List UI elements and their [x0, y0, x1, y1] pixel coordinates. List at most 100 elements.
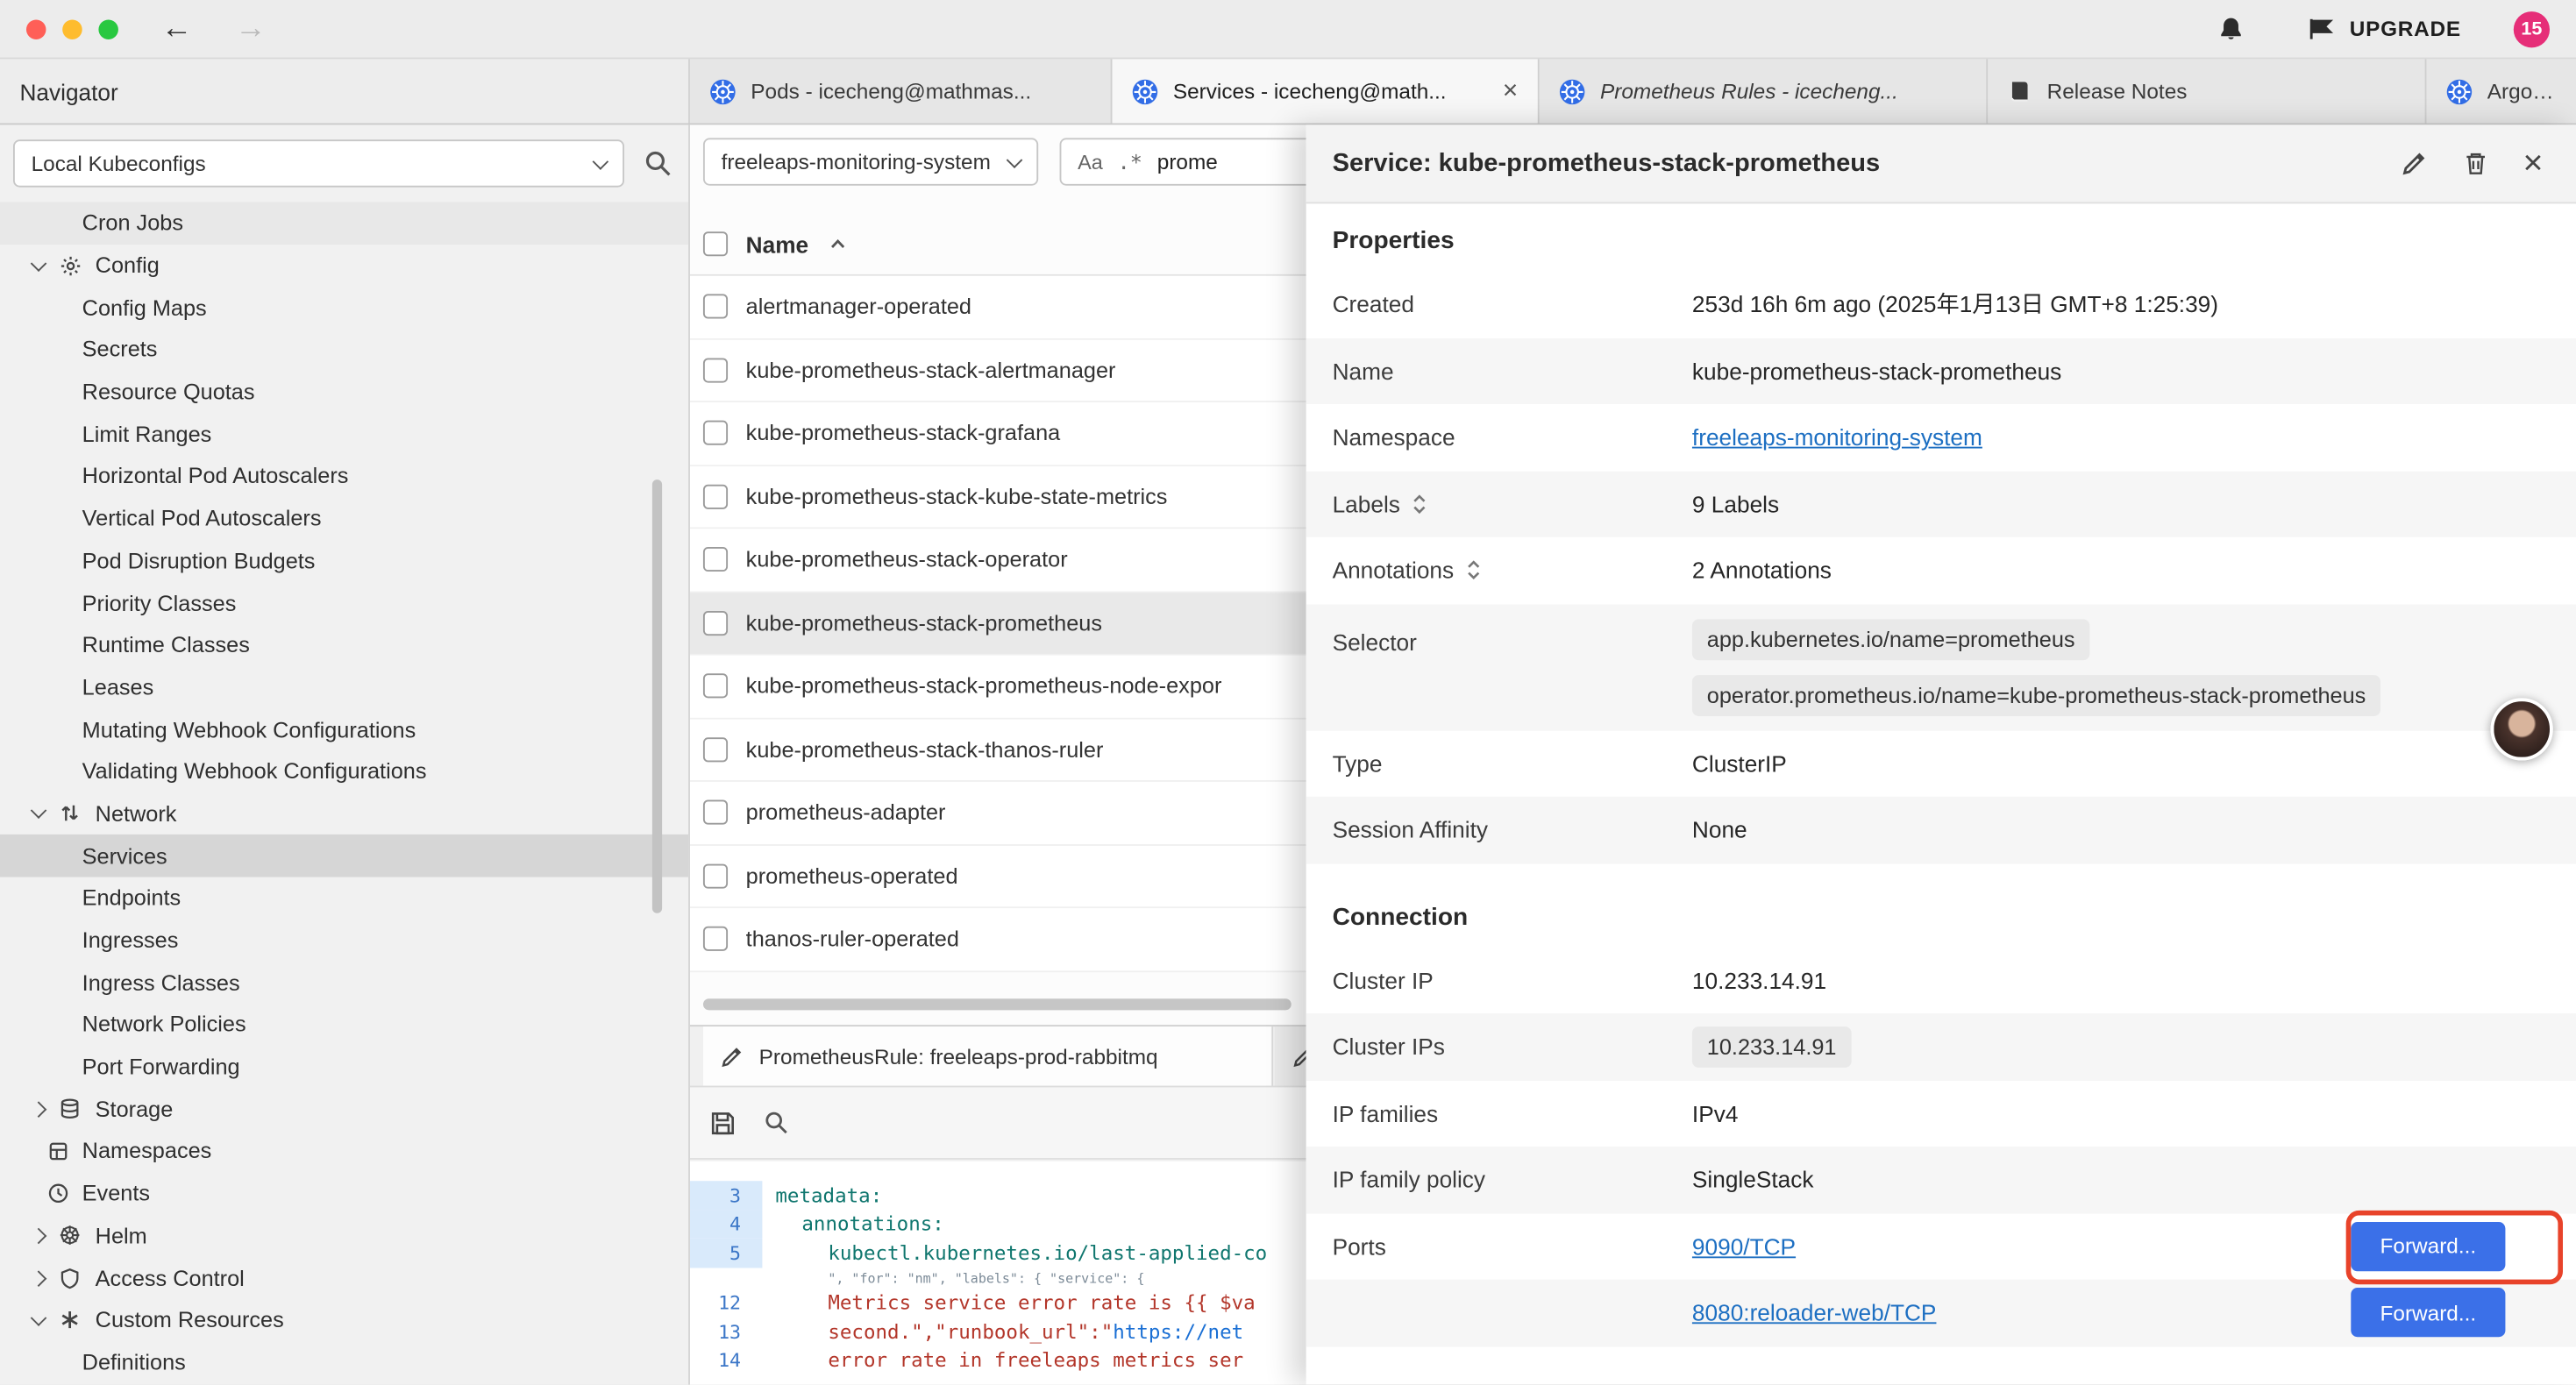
- bell-icon[interactable]: [2218, 15, 2245, 43]
- kubernetes-icon: [2446, 78, 2473, 104]
- forward-icon[interactable]: →: [235, 13, 267, 45]
- sidebar-item-services[interactable]: Services: [0, 835, 688, 877]
- user-avatar[interactable]: [2491, 698, 2553, 760]
- sidebar-item-runtime-classes[interactable]: Runtime Classes: [0, 624, 688, 666]
- row-checkbox[interactable]: [703, 674, 728, 699]
- sidebar-item-label: Mutating Webhook Configurations: [82, 717, 416, 742]
- gear-icon: [58, 254, 82, 277]
- row-checkbox[interactable]: [703, 358, 728, 382]
- sidebar-item-horizontal-pod-autoscalers[interactable]: Horizontal Pod Autoscalers: [0, 455, 688, 497]
- name-column-header[interactable]: Name: [746, 231, 808, 257]
- chevron-down-icon: [31, 255, 47, 272]
- sidebar-item-network-policies[interactable]: Network Policies: [0, 1004, 688, 1046]
- sidebar-item-pod-disruption-budgets[interactable]: Pod Disruption Budgets: [0, 540, 688, 582]
- forward-button[interactable]: Forward...: [2351, 1288, 2505, 1337]
- sidebar-item-port-forwarding[interactable]: Port Forwarding: [0, 1046, 688, 1088]
- sidebar-item-namespaces[interactable]: Namespaces: [0, 1130, 688, 1172]
- sidebar-item-ingress-classes[interactable]: Ingress Classes: [0, 962, 688, 1004]
- sidebar-item-config[interactable]: Config: [0, 245, 688, 287]
- namespace-selector[interactable]: freeleaps-monitoring-system: [703, 138, 1038, 185]
- expand-collapse-icon[interactable]: [1465, 559, 1482, 582]
- port-link-8080[interactable]: 8080:reloader-web/TCP: [1692, 1300, 1937, 1326]
- sidebar-item-priority-classes[interactable]: Priority Classes: [0, 582, 688, 624]
- sidebar-item-label: Validating Webhook Configurations: [82, 759, 427, 784]
- code-string: second.","runbook_url":": [828, 1320, 1113, 1343]
- sidebar-item-cron-jobs[interactable]: Cron Jobs: [0, 202, 688, 244]
- sidebar-item-label: Leases: [82, 675, 154, 700]
- edit-icon[interactable]: [2400, 150, 2428, 178]
- forward-button[interactable]: Forward...: [2351, 1222, 2505, 1271]
- kubernetes-icon: [1132, 78, 1158, 104]
- tab-prometheus-rules[interactable]: Prometheus Rules - icecheng...: [1540, 59, 1989, 123]
- property-row-ip-families: IP families IPv4: [1306, 1080, 2576, 1147]
- sidebar-search-icon[interactable]: [644, 150, 672, 178]
- row-checkbox[interactable]: [703, 421, 728, 445]
- sidebar-item-validating-webhook-configurations[interactable]: Validating Webhook Configurations: [0, 750, 688, 792]
- sidebar-item-network[interactable]: Network: [0, 792, 688, 835]
- sidebar-item-config-maps[interactable]: Config Maps: [0, 287, 688, 329]
- save-icon[interactable]: [709, 1110, 736, 1136]
- tab-argo[interactable]: Argo Se...: [2426, 59, 2576, 123]
- row-checkbox[interactable]: [703, 737, 728, 762]
- match-case-toggle[interactable]: Aa: [1078, 150, 1103, 173]
- sidebar-item-resource-quotas[interactable]: Resource Quotas: [0, 371, 688, 413]
- kubeconfig-selector[interactable]: Local Kubeconfigs: [13, 139, 624, 187]
- sidebar-item-definitions[interactable]: Definitions: [0, 1341, 688, 1383]
- trash-icon[interactable]: [2462, 150, 2488, 178]
- sidebar-item-helm[interactable]: Helm: [0, 1215, 688, 1257]
- sidebar-item-ingresses[interactable]: Ingresses: [0, 920, 688, 962]
- sidebar-item-label: Ingress Classes: [82, 970, 240, 995]
- back-icon[interactable]: ←: [161, 13, 193, 45]
- horizontal-scrollbar[interactable]: [703, 998, 1292, 1010]
- maximize-window-button[interactable]: [98, 19, 117, 39]
- minimize-window-button[interactable]: [62, 19, 82, 39]
- selector-badge: app.kubernetes.io/name=prometheus: [1692, 618, 2089, 659]
- sidebar-item-mutating-webhook-configurations[interactable]: Mutating Webhook Configurations: [0, 708, 688, 750]
- close-window-button[interactable]: [26, 19, 46, 39]
- tab-services[interactable]: Services - icecheng@math... ×: [1113, 59, 1540, 123]
- chevron-right-icon: [31, 1270, 47, 1287]
- sidebar-item-events[interactable]: Events: [0, 1172, 688, 1214]
- database-icon: [58, 1097, 82, 1120]
- close-icon[interactable]: ×: [2523, 146, 2544, 181]
- sidebar-item-vertical-pod-autoscalers[interactable]: Vertical Pod Autoscalers: [0, 497, 688, 539]
- sidebar-item-access-control[interactable]: Access Control: [0, 1257, 688, 1299]
- sidebar-item-secrets[interactable]: Secrets: [0, 329, 688, 371]
- editor-search-icon[interactable]: [764, 1111, 788, 1135]
- select-all-checkbox[interactable]: [703, 231, 728, 256]
- row-checkbox[interactable]: [703, 927, 728, 951]
- row-checkbox[interactable]: [703, 800, 728, 825]
- row-checkbox[interactable]: [703, 484, 728, 508]
- property-row-cluster-ip: Cluster IP 10.233.14.91: [1306, 947, 2576, 1013]
- row-checkbox[interactable]: [703, 863, 728, 888]
- port-link-9090[interactable]: 9090/TCP: [1692, 1233, 1796, 1260]
- sidebar-item-custom-resources[interactable]: Custom Resources: [0, 1299, 688, 1341]
- property-label: Namespace: [1333, 424, 1455, 451]
- code-url: https://net: [1113, 1320, 1243, 1343]
- sidebar-item-endpoints[interactable]: Endpoints: [0, 877, 688, 920]
- sidebar-item-label: Limit Ranges: [82, 422, 212, 446]
- regex-toggle[interactable]: .*: [1118, 150, 1142, 174]
- notification-badge[interactable]: 15: [2514, 11, 2550, 46]
- sidebar-item-leases[interactable]: Leases: [0, 666, 688, 708]
- sidebar-item-limit-ranges[interactable]: Limit Ranges: [0, 413, 688, 455]
- dock-tab-prometheusrule[interactable]: PrometheusRule: freeleaps-prod-rabbitmq: [703, 1026, 1273, 1085]
- tab-pods[interactable]: Pods - icecheng@mathmas...: [690, 59, 1113, 123]
- sort-ascending-icon[interactable]: [829, 238, 846, 250]
- sidebar-item-storage[interactable]: Storage: [0, 1088, 688, 1130]
- upgrade-button[interactable]: UPGRADE: [2307, 17, 2461, 41]
- property-row-annotations: Annotations 2 Annotations: [1306, 537, 2576, 604]
- row-checkbox[interactable]: [703, 611, 728, 636]
- row-checkbox[interactable]: [703, 547, 728, 572]
- property-row-ip-family-policy: IP family policy SingleStack: [1306, 1147, 2576, 1213]
- property-row-type: Type ClusterIP: [1306, 730, 2576, 797]
- sidebar-scrollbar[interactable]: [652, 479, 662, 913]
- tab-release-notes[interactable]: Release Notes: [1988, 59, 2426, 123]
- sidebar-toolbar: Local Kubeconfigs: [0, 124, 688, 200]
- row-checkbox[interactable]: [703, 295, 728, 319]
- property-value: SingleStack: [1692, 1167, 1814, 1193]
- namespace-link[interactable]: freeleaps-monitoring-system: [1692, 424, 1982, 451]
- tab-close-icon[interactable]: ×: [1490, 78, 1518, 104]
- expand-collapse-icon[interactable]: [1412, 493, 1428, 515]
- search-input[interactable]: Aa .* prome: [1060, 138, 1336, 185]
